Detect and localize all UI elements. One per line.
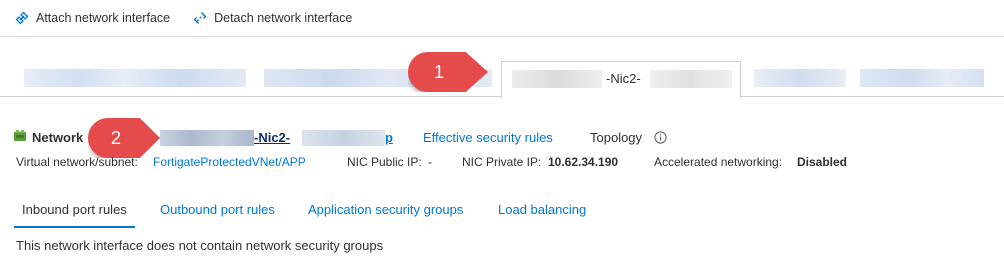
- nic-tab-redacted-1[interactable]: [24, 69, 246, 87]
- tab-inbound-port-rules[interactable]: Inbound port rules: [14, 198, 135, 228]
- info-icon[interactable]: [654, 131, 667, 144]
- public-ip-label: NIC Public IP:: [347, 155, 422, 169]
- public-ip-value: -: [428, 155, 432, 169]
- vnet-label: Virtual network/subnet:: [16, 155, 138, 169]
- nic-tab-redacted-suffix: [650, 70, 732, 88]
- nic-tab-label: -Nic2-: [606, 71, 641, 86]
- attach-network-interface-button[interactable]: Attach network interface: [14, 10, 170, 26]
- accelerated-networking-value: Disabled: [797, 155, 848, 169]
- nic-tab-strip: -Nic2-: [0, 61, 1004, 98]
- topology-label: Topology: [590, 130, 643, 145]
- tab-application-security-groups[interactable]: Application security groups: [308, 198, 463, 226]
- nic-tab-redacted-prefix: [512, 70, 602, 88]
- interface-header: Network -Nic2- p Effective security rule…: [14, 127, 994, 149]
- nic-tab-redacted-4[interactable]: [860, 69, 984, 87]
- detach-label: Detach network interface: [214, 11, 353, 25]
- callout-number-1: 1: [433, 61, 444, 82]
- empty-state-message: This network interface does not contain …: [16, 238, 384, 253]
- vnet-subnet-link[interactable]: FortigateProtectedVNet/APP: [153, 155, 306, 169]
- unlink-icon: [193, 12, 207, 24]
- network-interface-panel: Attach network interface Detach network …: [0, 0, 1004, 269]
- private-ip-value: 10.62.34.190: [548, 155, 619, 169]
- effective-security-rules-link[interactable]: Effective security rules: [423, 130, 553, 145]
- nic-tab-active[interactable]: -Nic2-: [501, 61, 741, 98]
- network-interface-icon: [14, 130, 26, 141]
- interface-name-link[interactable]: -Nic2-: [254, 130, 290, 145]
- command-bar: Attach network interface Detach network …: [0, 0, 1004, 37]
- nic-tab-redacted-3[interactable]: [754, 69, 846, 87]
- callout-number-2: 2: [110, 127, 121, 148]
- private-ip-label: NIC Private IP:: [462, 155, 542, 169]
- tab-asg-label: Application security groups: [308, 202, 464, 217]
- interface-name-link-end[interactable]: p: [385, 130, 393, 145]
- attach-label: Attach network interface: [36, 11, 171, 25]
- tab-load-balancing[interactable]: Load balancing: [498, 198, 586, 226]
- callout-marker-2: 2: [88, 118, 160, 158]
- interface-name-redacted: [160, 130, 254, 146]
- tab-lb-label: Load balancing: [498, 202, 587, 217]
- rules-tab-bar: Inbound port rules Outbound port rules A…: [14, 198, 994, 228]
- tab-outbound-label: Outbound port rules: [160, 202, 275, 217]
- network-interface-label: Network: [32, 130, 84, 145]
- tab-outbound-port-rules[interactable]: Outbound port rules: [160, 198, 275, 226]
- accelerated-networking-label: Accelerated networking:: [654, 155, 783, 169]
- interface-name-redacted-2: [302, 130, 385, 146]
- detach-network-interface-button[interactable]: Detach network interface: [192, 10, 352, 26]
- link-icon: [15, 11, 29, 25]
- tab-inbound-label: Inbound port rules: [22, 202, 127, 217]
